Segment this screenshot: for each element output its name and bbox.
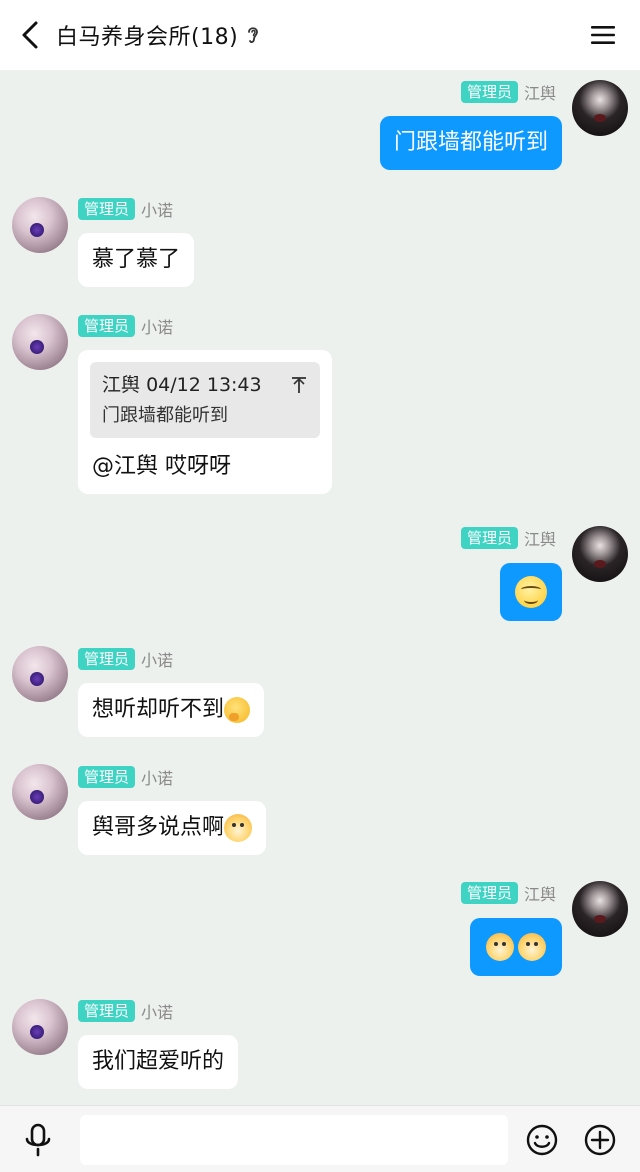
avatar[interactable] <box>12 999 68 1055</box>
avatar[interactable] <box>12 314 68 370</box>
sender-name: 小诺 <box>141 769 174 788</box>
quote-text: 门跟墙都能听到 <box>102 405 228 426</box>
microphone-icon <box>25 1123 51 1157</box>
quote-meta: 江舆 04/12 13:43 <box>102 372 262 398</box>
chat-title: 白马养身会所(18) <box>56 25 239 50</box>
message-other: 管理员 小诺 舆哥多说点啊 <box>0 758 640 868</box>
message-bubble[interactable] <box>500 563 562 621</box>
message-other: 管理员 小诺 想听却听不到 <box>0 640 640 750</box>
message-bubble[interactable]: 舆哥多说点啊 <box>78 801 267 855</box>
ear-icon <box>244 24 262 46</box>
title-area[interactable]: 白马养身会所(18) <box>56 0 262 70</box>
message-other: 管理员 小诺 江舆 04/12 13:43 门跟墙都能听到 @江舆 哎呀呀 <box>0 306 640 506</box>
avatar[interactable] <box>572 526 628 582</box>
avatar[interactable] <box>572 80 628 136</box>
doge-emoji-icon <box>518 933 546 961</box>
sender-meta: 管理员 小诺 <box>78 766 173 788</box>
message-other: 管理员 小诺 慕了慕了 <box>0 188 640 298</box>
message-text: 舆哥多说点啊 <box>92 815 225 840</box>
admin-badge: 管理员 <box>78 1000 136 1022</box>
message-bubble-reply[interactable]: 江舆 04/12 13:43 门跟墙都能听到 @江舆 哎呀呀 <box>78 350 332 494</box>
smirk-emoji-icon <box>515 576 547 608</box>
sender-meta: 管理员 江舆 <box>460 527 556 549</box>
top-bar: 白马养身会所(18) <box>0 0 640 70</box>
more-button[interactable] <box>582 1122 618 1158</box>
plus-circle-icon <box>584 1124 616 1156</box>
sender-meta: 管理员 江舆 <box>460 882 556 904</box>
sender-meta: 管理员 江舆 <box>460 81 556 103</box>
avatar[interactable] <box>12 646 68 702</box>
avatar[interactable] <box>572 881 628 937</box>
message-input[interactable] <box>80 1115 508 1165</box>
admin-badge: 管理员 <box>78 315 136 337</box>
back-button[interactable] <box>12 17 48 53</box>
message-text: 想听却听不到 <box>92 697 225 722</box>
quoted-message[interactable]: 江舆 04/12 13:43 门跟墙都能听到 <box>90 362 320 438</box>
avatar[interactable] <box>12 764 68 820</box>
message-other: 管理员 小诺 我们超爱听的 <box>0 992 640 1105</box>
emoji-button[interactable] <box>524 1122 560 1158</box>
reply-text: @江舆 哎呀呀 <box>92 454 231 479</box>
admin-badge: 管理员 <box>460 527 518 549</box>
message-bubble[interactable]: 我们超爱听的 <box>78 1035 239 1089</box>
sender-name: 小诺 <box>141 201 174 220</box>
sender-name: 小诺 <box>141 651 174 670</box>
chevron-left-icon <box>22 21 38 49</box>
menu-button[interactable] <box>588 20 618 50</box>
sender-meta: 管理员 小诺 <box>78 198 173 220</box>
chat-screen: 白马养身会所(18) 管理员 江舆 门跟墙都能听到 管理员 小诺 慕了慕了 管理… <box>0 0 640 1172</box>
quote-time: 04/12 13:43 <box>146 374 262 396</box>
message-bubble[interactable]: 想听却听不到 <box>78 683 265 737</box>
doge-emoji-icon <box>224 814 253 842</box>
sender-meta: 管理员 小诺 <box>78 315 173 337</box>
message-self: 管理员 江舆 <box>0 876 640 986</box>
sender-name: 江舆 <box>523 530 556 549</box>
sender-meta: 管理员 小诺 <box>78 1000 173 1022</box>
avatar[interactable] <box>12 197 68 253</box>
sender-meta: 管理员 小诺 <box>78 648 173 670</box>
sender-name: 江舆 <box>523 885 556 904</box>
admin-badge: 管理员 <box>460 882 518 904</box>
sender-name: 小诺 <box>141 1003 174 1022</box>
message-bubble[interactable] <box>470 918 562 976</box>
admin-badge: 管理员 <box>78 648 136 670</box>
sender-name: 小诺 <box>141 318 174 337</box>
input-bar <box>0 1105 640 1172</box>
admin-badge: 管理员 <box>78 766 136 788</box>
message-self: 管理员 江舆 <box>0 518 640 628</box>
voice-button[interactable] <box>20 1120 56 1160</box>
message-list[interactable]: 管理员 江舆 门跟墙都能听到 管理员 小诺 慕了慕了 管理员 小诺 江舆 04/… <box>0 70 640 1105</box>
admin-badge: 管理员 <box>78 198 136 220</box>
doge-emoji-icon <box>486 933 514 961</box>
message-bubble[interactable]: 慕了慕了 <box>78 233 195 287</box>
hamburger-menu-icon <box>591 26 615 44</box>
admin-badge: 管理员 <box>460 81 518 103</box>
scroll-to-quote-icon[interactable] <box>290 375 308 395</box>
sender-name: 江舆 <box>523 84 556 103</box>
quote-author: 江舆 <box>102 374 141 396</box>
message-self: 管理员 江舆 门跟墙都能听到 <box>0 70 640 180</box>
thinking-emoji-icon <box>224 697 251 723</box>
quote-header: 江舆 04/12 13:43 <box>102 372 308 398</box>
smiley-icon <box>526 1124 558 1156</box>
message-bubble[interactable]: 门跟墙都能听到 <box>379 116 562 170</box>
